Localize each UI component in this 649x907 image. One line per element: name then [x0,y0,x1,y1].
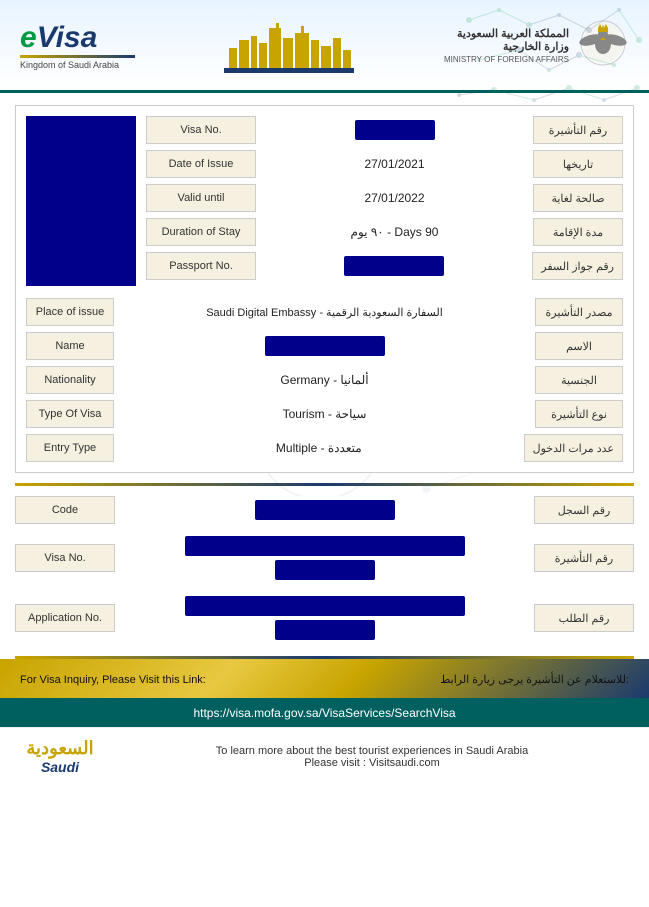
app-no-row: Application No. رقم الطلب [15,592,634,644]
passport-label: Passport No. [146,252,256,280]
place-label-ar: مصدر التأشيرة [535,298,623,326]
photo-box [26,116,136,286]
nationality-value: ألمانيا - Germany [114,369,535,391]
saudi-brand: السعودية Saudi [20,738,100,775]
header-divider [0,90,649,93]
visa-no2-block1 [185,536,465,556]
duration-label: Duration of Stay [146,218,256,246]
nationality-label: Nationality [26,366,114,394]
place-label: Place of issue [26,298,114,326]
footer-visit-line1: To learn more about the best tourist exp… [115,745,629,757]
visa-no2-label-ar: رقم التأشيرة [534,544,634,572]
visa-no-label: Visa No. [146,116,256,144]
visa-no-row: Visa No. رقم التأشيرة [146,116,623,144]
name-label: Name [26,332,114,360]
main-card: Visa No. رقم التأشيرة Date of Issue 27/0… [15,105,634,473]
mofa-emblem [577,18,629,73]
footer-link: https://visa.mofa.gov.sa/VisaServices/Se… [193,706,455,720]
city-skyline-logo [224,18,354,73]
evisa-logo: e Visa Kingdom of Saudi Arabia [20,21,135,70]
saudi-logo-ar: السعودية [26,738,93,759]
name-value [114,332,535,360]
date-issue-value: 27/01/2021 [256,153,533,175]
entry-type-value: متعددة - Multiple [114,437,524,459]
entry-type-label-ar: عدد مرات الدخول [524,434,623,462]
app-no-block1 [185,596,465,616]
section-divider [15,483,634,486]
passport-value [256,252,532,280]
code-label: Code [15,496,115,524]
code-block [255,500,395,520]
name-block [265,336,385,356]
code-row: Code رقم السجل [15,496,634,524]
passport-row: Passport No. رقم جواز السفر [146,252,623,280]
entry-type-row: Entry Type متعددة - Multiple عدد مرات ال… [26,434,623,462]
visa-type-value: سياحة - Tourism [114,403,535,425]
visa-no-label-ar: رقم التأشيرة [533,116,623,144]
mofa-ar-name: المملكة العربية السعودية [444,27,569,40]
app-no-label-ar: رقم الطلب [534,604,634,632]
code-value [115,496,534,524]
place-value: السفارة السعودية الرقمية - Saudi Digital… [114,302,535,323]
saudi-logo-en: Saudi [41,759,79,775]
name-row: Name الاسم [26,332,623,360]
evisa-subtitle: Kingdom of Saudi Arabia [20,60,135,70]
visa-type-label: Type Of Visa [26,400,114,428]
entry-type-label: Entry Type [26,434,114,462]
footer-bottom: السعودية Saudi To learn more about the b… [0,727,649,785]
date-issue-label-ar: تاريخها [533,150,623,178]
date-issue-label: Date of Issue [146,150,256,178]
duration-row: Duration of Stay 90 Days - ٩٠ يوم مدة ال… [146,218,623,246]
passport-label-ar: رقم جواز السفر [532,252,623,280]
duration-value: 90 Days - ٩٠ يوم [256,221,533,243]
visa-type-label-ar: نوع التأشيرة [535,400,623,428]
valid-until-label: Valid until [146,184,256,212]
app-no-label: Application No. [15,604,115,632]
visa-no2-block2 [275,560,375,580]
visa-no2-label: Visa No. [15,544,115,572]
footer-strip: For Visa Inquiry, Please Visit this Link… [0,659,649,698]
code-label-ar: رقم السجل [534,496,634,524]
inquiry-en: For Visa Inquiry, Please Visit this Link… [20,671,206,686]
valid-until-value: 27/01/2022 [256,187,533,209]
duration-label-ar: مدة الإقامة [533,218,623,246]
footer-visit-line2: Please visit : Visitsaudi.com [115,757,629,769]
name-label-ar: الاسم [535,332,623,360]
evisa-e: e [20,21,37,55]
evisa-visa: Visa [37,21,98,55]
app-no-block2 [275,620,375,640]
valid-until-row: Valid until 27/01/2022 صالحة لغاية [146,184,623,212]
bottom-section: Code رقم السجل Visa No. رقم التأشيرة App… [15,496,634,644]
fields-area: Visa No. رقم التأشيرة Date of Issue 27/0… [146,116,623,286]
link-bar: https://visa.mofa.gov.sa/VisaServices/Se… [0,698,649,727]
inquiry-ar: للاستعلام عن التأشيرة يرجى زيارة الرابط: [440,671,629,686]
mofa-logo-area: المملكة العربية السعودية وزارة الخارجية … [444,18,629,73]
place-row: Place of issue السفارة السعودية الرقمية … [26,298,623,326]
visa-no2-row: Visa No. رقم التأشيرة [15,532,634,584]
nationality-label-ar: الجنسية [535,366,623,394]
section-divider-2 [15,656,634,659]
app-no-value [115,592,534,644]
visa-type-row: Type Of Visa سياحة - Tourism نوع التأشير… [26,400,623,428]
nationality-row: Nationality ألمانيا - Germany الجنسية [26,366,623,394]
valid-until-label-ar: صالحة لغاية [533,184,623,212]
mofa-ar-ministry: وزارة الخارجية [444,40,569,53]
passport-block [344,256,444,276]
mofa-en-label: MINISTRY OF FOREIGN AFFAIRS [444,55,569,64]
visa-no-block [355,120,435,140]
footer-visit-area: To learn more about the best tourist exp… [115,745,629,769]
evisa-underline [20,55,135,58]
date-issue-row: Date of Issue 27/01/2021 تاريخها [146,150,623,178]
visa-no-value [256,116,533,144]
visa-no2-value [115,532,534,584]
